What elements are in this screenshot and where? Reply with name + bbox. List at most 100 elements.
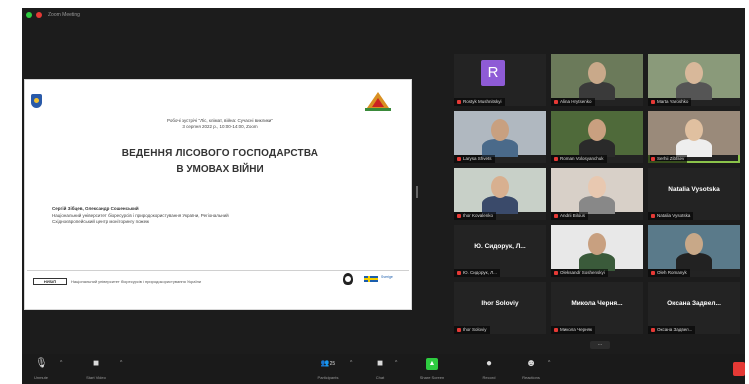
video-camera-off-icon: ■ bbox=[92, 358, 100, 369]
sweden-flag-logo bbox=[364, 276, 378, 282]
screen: Zoom Meeting Робочі зустрічі "Ліс, кліма… bbox=[0, 0, 749, 384]
participant-face bbox=[588, 176, 606, 198]
muted-mic-icon bbox=[554, 328, 558, 332]
participant-avatar: R bbox=[481, 60, 505, 86]
share-screen-label: Share Screen bbox=[419, 375, 445, 380]
muted-mic-icon bbox=[457, 214, 461, 218]
forest-logo-inner bbox=[372, 98, 384, 107]
slide-subtitle-line2: 3 серпня 2022 р., 10:00-14:00, Zoom bbox=[182, 124, 258, 129]
video-options-caret-icon[interactable]: ^ bbox=[120, 360, 122, 366]
participant-tile[interactable]: Alina Hrytsenko bbox=[551, 54, 643, 106]
participant-display-name: Микола Черня... bbox=[571, 300, 623, 307]
participant-name: Serhii Zibtsev bbox=[657, 156, 685, 161]
participant-tile[interactable]: Roman Volosyanchuk bbox=[551, 111, 643, 163]
shared-presentation: Робочі зустрічі "Ліс, клімат, війна: Суч… bbox=[24, 79, 412, 310]
share-screen-button[interactable]: ▲ Share Screen bbox=[414, 354, 450, 384]
participant-tile[interactable]: Ihor Soloviy Ihor Soloviy bbox=[454, 282, 546, 334]
participant-face bbox=[491, 119, 509, 141]
participant-tile[interactable]: Ю. Сидорук, Л... Ю. Сидорук, Л... bbox=[454, 225, 546, 277]
window-title: Zoom Meeting bbox=[48, 12, 80, 18]
muted-mic-icon bbox=[651, 214, 655, 218]
participants-button[interactable]: 👥25 Participants bbox=[308, 354, 348, 384]
participant-display-name: Ihor Soloviy bbox=[481, 300, 519, 307]
share-screen-arrow-icon: ▲ bbox=[426, 358, 438, 370]
participant-name-tag: Alina Hrytsenko bbox=[551, 98, 595, 106]
reactions-button[interactable]: ☻ Reactions bbox=[514, 354, 548, 384]
slide-organization: Національний університет біоресурсів і п… bbox=[52, 213, 392, 225]
participant-name: Larysa Shvets bbox=[463, 156, 492, 161]
participant-name: Oleksandr Soshenskyi bbox=[560, 270, 605, 275]
zoom-window: Zoom Meeting Робочі зустрічі "Ліс, кліма… bbox=[22, 8, 745, 384]
gallery-more-button[interactable]: ... bbox=[590, 341, 610, 349]
muted-mic-icon bbox=[554, 157, 558, 161]
chat-bubble-icon: ■ bbox=[376, 358, 384, 369]
participant-tile[interactable]: Оксана Задвел... Оксана Задвел... bbox=[648, 282, 740, 334]
participant-face bbox=[685, 62, 703, 84]
muted-mic-icon bbox=[651, 100, 655, 104]
muted-mic-icon bbox=[457, 157, 461, 161]
participant-video bbox=[454, 168, 546, 214]
participant-video bbox=[551, 168, 643, 214]
record-icon: ● bbox=[485, 358, 493, 369]
muted-mic-icon bbox=[554, 214, 558, 218]
participant-tile[interactable]: Natalia Vysotska Natalia Vysotska bbox=[648, 168, 740, 220]
participants-caret-icon[interactable]: ^ bbox=[350, 360, 352, 366]
muted-mic-icon bbox=[457, 100, 461, 104]
slide-title-line1: ВЕДЕННЯ ЛІСОВОГО ГОСПОДАРСТВА bbox=[121, 148, 319, 159]
reactions-caret-icon[interactable]: ^ bbox=[548, 360, 550, 366]
slide-footer-divider bbox=[27, 270, 409, 271]
participant-tile[interactable]: Serhii Zibtsev bbox=[648, 111, 740, 163]
participant-name: Ihor Soloviy bbox=[463, 327, 487, 332]
university-logo: НУБіП bbox=[33, 278, 67, 285]
participant-tile[interactable]: Larysa Shvets bbox=[454, 111, 546, 163]
participant-display-name: Natalia Vysotska bbox=[668, 186, 720, 193]
participant-name-tag: Ihor Kovalenko bbox=[454, 212, 497, 220]
end-meeting-button[interactable] bbox=[733, 362, 745, 376]
participant-tile[interactable]: Oleksandr Soshenskyi bbox=[551, 225, 643, 277]
chat-button[interactable]: ■ Chat bbox=[368, 354, 392, 384]
wwf-panda-logo bbox=[343, 273, 353, 285]
forest-logo-base bbox=[365, 108, 391, 111]
coat-of-arms-logo bbox=[31, 94, 42, 108]
participant-video bbox=[551, 111, 643, 157]
participant-tile[interactable]: Oleh Romanyk bbox=[648, 225, 740, 277]
participant-tile[interactable]: Ihor Kovalenko bbox=[454, 168, 546, 220]
participant-face bbox=[685, 233, 703, 255]
participant-tile[interactable]: Andrii Bilous bbox=[551, 168, 643, 220]
participants-count: 25 bbox=[329, 361, 336, 367]
start-video-button[interactable]: ■ Start Video bbox=[76, 354, 116, 384]
panel-splitter-handle[interactable] bbox=[416, 186, 418, 198]
participant-video bbox=[648, 225, 740, 271]
participant-name: Alina Hrytsenko bbox=[560, 99, 592, 104]
audio-options-caret-icon[interactable]: ^ bbox=[60, 360, 62, 366]
participant-face bbox=[588, 233, 606, 255]
participant-name: Ihor Kovalenko bbox=[463, 213, 494, 218]
muted-mic-icon bbox=[457, 271, 461, 275]
muted-mic-icon bbox=[554, 271, 558, 275]
participant-tile[interactable]: Микола Черня... Микола Черняк bbox=[551, 282, 643, 334]
participant-name: Roman Volosyanchuk bbox=[560, 156, 604, 161]
participant-name: Natalia Vysotska bbox=[657, 213, 691, 218]
record-button[interactable]: ● Record bbox=[474, 354, 504, 384]
participant-video bbox=[648, 111, 740, 157]
participant-video bbox=[648, 54, 740, 100]
participant-name-tag: Rostyk Mushnitskyi bbox=[454, 98, 505, 106]
slide-org-line2: Східноєвропейський центр моніторингу пож… bbox=[52, 219, 150, 224]
slide-subtitle: Робочі зустрічі "Ліс, клімат, війна: Суч… bbox=[95, 118, 345, 130]
meeting-toolbar: 🎙 Unmute ^ ■ Start Video ^ 👥25 Participa… bbox=[22, 354, 745, 384]
security-shield-icon[interactable] bbox=[26, 12, 32, 18]
participant-face bbox=[685, 119, 703, 141]
participant-name-tag: Оксана Задвел... bbox=[648, 326, 696, 334]
participant-tile[interactable]: Marta Yaroshko bbox=[648, 54, 740, 106]
participant-tile[interactable]: R Rostyk Mushnitskyi bbox=[454, 54, 546, 106]
chat-caret-icon[interactable]: ^ bbox=[395, 360, 397, 366]
unmute-button[interactable]: 🎙 Unmute bbox=[24, 354, 58, 384]
participant-display-name: Оксана Задвел... bbox=[667, 300, 721, 307]
slide-authors: Сергій Зібцев, Олександр Сошенський bbox=[52, 206, 139, 211]
participant-video bbox=[454, 111, 546, 157]
participant-name: Микола Черняк bbox=[560, 327, 592, 332]
participant-name-tag: Natalia Vysotska bbox=[648, 212, 694, 220]
start-video-label: Start Video bbox=[86, 375, 106, 380]
participant-name-tag: Ihor Soloviy bbox=[454, 326, 490, 334]
participant-name: Andrii Bilous bbox=[560, 213, 586, 218]
